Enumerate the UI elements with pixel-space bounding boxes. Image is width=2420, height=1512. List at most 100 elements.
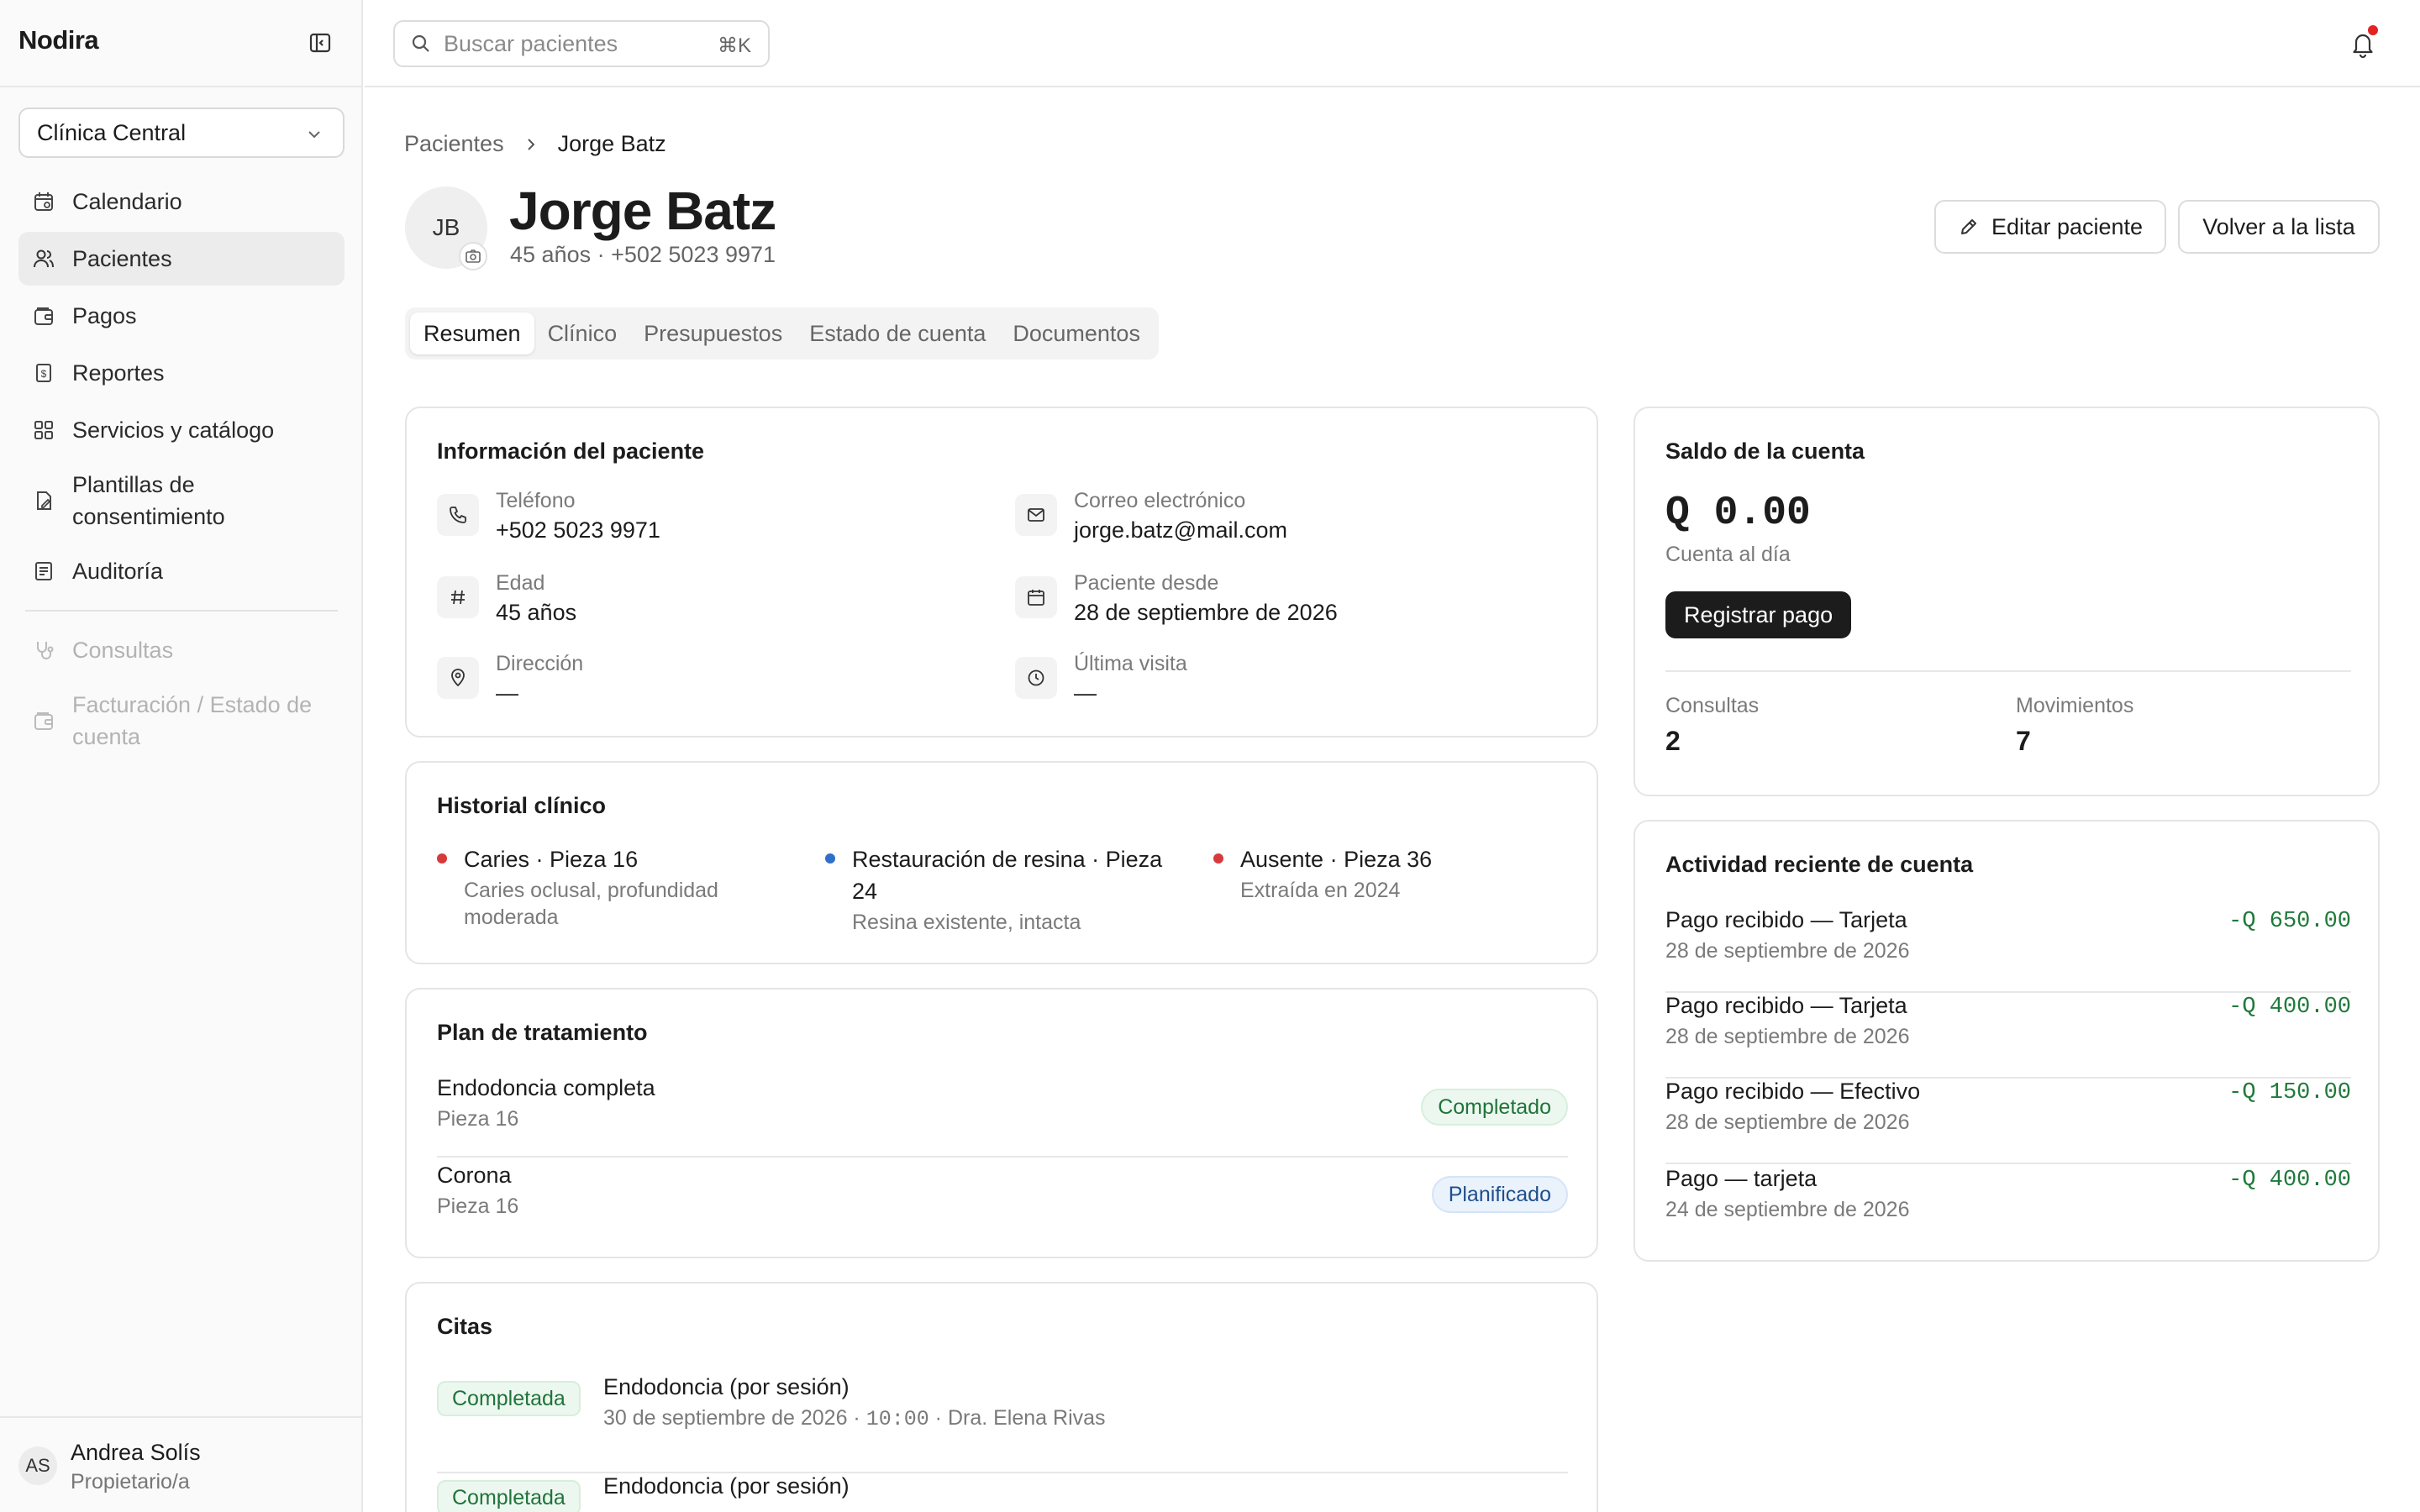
stat-label: Movimientos (2016, 694, 2134, 717)
account-balance-card: Saldo de la cuenta Q 0.00 Cuenta al día … (1634, 407, 2380, 796)
search-input[interactable]: Buscar pacientes ⌘K (393, 20, 770, 67)
tab-clinico[interactable]: Clínico (534, 312, 631, 354)
appointment-meta: 30 de septiembre de 2026 · 10:00 · Dra. … (603, 1406, 1106, 1431)
wallet-icon (32, 304, 55, 328)
pencil-icon (1958, 216, 1980, 238)
back-to-list-button[interactable]: Volver a la lista (2178, 200, 2380, 254)
patient-info-card: Información del paciente Teléfono +502 5… (405, 407, 1598, 738)
page-title: Jorge Batz (509, 181, 776, 241)
breadcrumb-current: Jorge Batz (557, 131, 666, 156)
tab-documentos[interactable]: Documentos (999, 312, 1154, 354)
notification-dot (2368, 25, 2378, 35)
sidebar-item-auditoria[interactable]: Auditoría (18, 544, 345, 598)
breadcrumb: Pacientes Jorge Batz (404, 131, 666, 157)
info-value: +502 5023 9971 (496, 517, 660, 543)
history-item-desc: Caries oclusal, profundidad moderada (464, 879, 718, 929)
history-item-title: Ausente · Pieza 36 (1240, 847, 1433, 872)
sidebar-item-label: Pacientes (72, 245, 172, 271)
activity-date: 28 de septiembre de 2026 (1665, 939, 1910, 963)
info-value: 28 de septiembre de 2026 (1074, 600, 1338, 625)
activity-row[interactable]: Pago recibido — Tarjeta 28 de septiembre… (1665, 993, 2351, 1079)
recent-activity-card: Actividad reciente de cuenta Pago recibi… (1634, 820, 2380, 1262)
info-value: jorge.batz@mail.com (1074, 517, 1287, 543)
activity-amount: -Q 400.00 (2228, 995, 2351, 1020)
sidebar: Nodira Clínica Central Calendario Pacien… (0, 0, 363, 1512)
info-phone: Teléfono +502 5023 9971 (437, 489, 975, 549)
sidebar-item-servicios[interactable]: Servicios y catálogo (18, 403, 345, 457)
search-icon (410, 33, 432, 55)
brand-logo: Nodira (18, 25, 99, 55)
receipt-icon: $ (32, 361, 55, 385)
stat-value: 7 (2016, 726, 2031, 756)
sidebar-nav: Calendario Pacientes Pagos $ Reportes Se… (18, 175, 345, 764)
search-placeholder: Buscar pacientes (444, 30, 618, 56)
chevron-right-icon (523, 136, 539, 153)
user-role: Propietario/a (71, 1470, 190, 1494)
sidebar-item-label: Calendario (72, 188, 182, 214)
sidebar-item-reportes[interactable]: $ Reportes (18, 346, 345, 400)
card-title: Información del paciente (437, 438, 705, 464)
card-title: Citas (437, 1314, 493, 1339)
sidebar-item-pacientes[interactable]: Pacientes (18, 232, 345, 286)
user-menu[interactable]: AS Andrea Solís Propietario/a (0, 1416, 363, 1512)
activity-title: Pago recibido — Efectivo (1665, 1079, 1921, 1104)
clinical-history-card: Historial clínico Caries · Pieza 16 Cari… (405, 761, 1598, 964)
activity-amount: -Q 150.00 (2228, 1080, 2351, 1105)
activity-row[interactable]: Pago recibido — Efectivo 28 de septiembr… (1665, 1079, 2351, 1164)
appointment-row[interactable]: Completada Endodoncia (por sesión) 30 de… (437, 1374, 1568, 1473)
activity-row[interactable]: Pago — tarjeta 24 de septiembre de 2026 … (1665, 1166, 2351, 1252)
stat-label: Consultas (1665, 694, 1760, 717)
info-last-visit: Última visita — (1015, 652, 1553, 712)
activity-date: 28 de septiembre de 2026 (1665, 1025, 1910, 1048)
card-title: Plan de tratamiento (437, 1020, 648, 1045)
activity-title: Pago recibido — Tarjeta (1665, 907, 1907, 932)
grid-icon (32, 418, 55, 442)
hash-icon (437, 576, 479, 618)
sidebar-item-label: Consultas (72, 637, 174, 663)
treatment-plan-card: Plan de tratamiento Endodoncia completa … (405, 988, 1598, 1258)
info-label: Correo electrónico (1074, 489, 1246, 512)
divider (0, 86, 363, 87)
search-shortcut: ⌘K (717, 34, 751, 57)
register-payment-button[interactable]: Registrar pago (1665, 591, 1852, 638)
balance-amount: Q 0.00 (1665, 491, 1811, 536)
stat-value: 2 (1665, 726, 1681, 756)
plan-row[interactable]: Corona Pieza 16 Planificado (437, 1163, 1568, 1245)
chevron-down-icon (304, 124, 324, 144)
appointment-title: Endodoncia (por sesión) (603, 1473, 850, 1499)
plan-row[interactable]: Endodoncia completa Pieza 16 Completado (437, 1075, 1568, 1158)
status-dot (437, 853, 447, 864)
appointment-doctor: · Dra. Elena Rivas (929, 1406, 1106, 1430)
history-item-title: Caries · Pieza 16 (464, 847, 639, 872)
sidebar-item-calendario[interactable]: Calendario (18, 175, 345, 228)
appointment-date: 30 de septiembre de 2026 · (603, 1406, 866, 1430)
appointment-time: 10:00 (865, 1407, 929, 1431)
tab-estado-de-cuenta[interactable]: Estado de cuenta (796, 312, 999, 354)
sidebar-item-pagos[interactable]: Pagos (18, 289, 345, 343)
info-value: — (1074, 680, 1097, 706)
tab-resumen[interactable]: Resumen (410, 312, 534, 354)
info-label: Paciente desde (1074, 571, 1219, 595)
info-label: Teléfono (496, 489, 576, 512)
user-name: Andrea Solís (71, 1440, 201, 1465)
sidebar-collapse-icon[interactable] (306, 30, 334, 55)
sidebar-item-plantillas[interactable]: Plantillas de consentimiento (18, 460, 345, 541)
mail-icon (1015, 494, 1057, 536)
edit-patient-button[interactable]: Editar paciente (1934, 200, 2166, 254)
status-badge: Planificado (1431, 1176, 1568, 1213)
activity-date: 28 de septiembre de 2026 (1665, 1110, 1910, 1134)
appointment-row[interactable]: Completada Endodoncia (por sesión) (437, 1473, 1568, 1512)
breadcrumb-parent-link[interactable]: Pacientes (404, 131, 504, 157)
status-dot (1213, 853, 1223, 864)
sidebar-item-label: Pagos (72, 302, 137, 328)
activity-title: Pago — tarjeta (1665, 1166, 1818, 1191)
camera-icon[interactable] (459, 242, 487, 270)
card-title: Actividad reciente de cuenta (1665, 852, 1974, 877)
info-value: 45 años (496, 600, 577, 625)
info-label: Última visita (1074, 652, 1187, 675)
status-dot (825, 853, 835, 864)
tab-presupuestos[interactable]: Presupuestos (630, 312, 796, 354)
clinic-select[interactable]: Clínica Central (18, 108, 345, 158)
divider (1665, 670, 2351, 672)
activity-row[interactable]: Pago recibido — Tarjeta 28 de septiembre… (1665, 907, 2351, 993)
